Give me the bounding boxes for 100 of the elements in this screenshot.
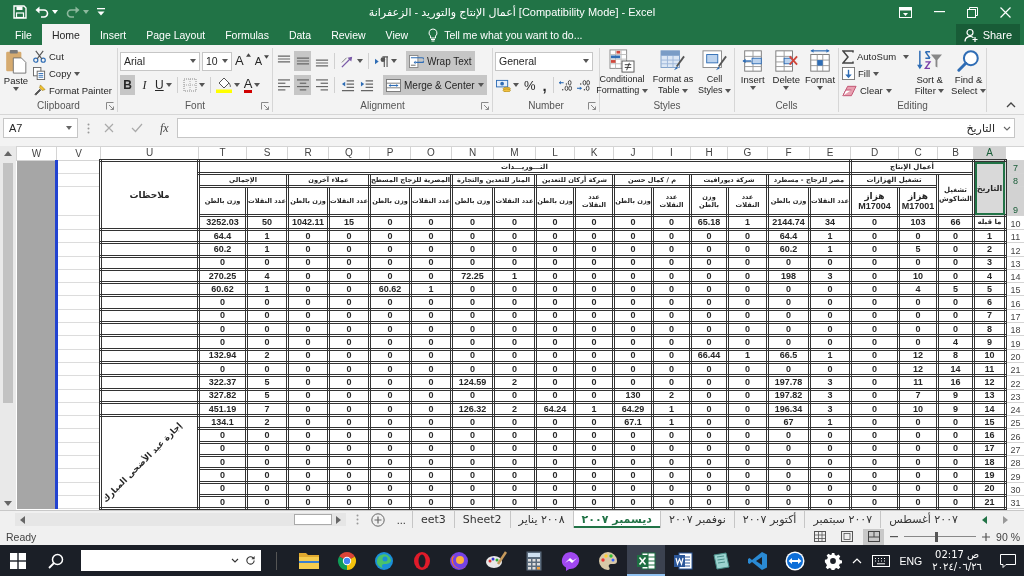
scroll-down-icon[interactable]	[4, 501, 12, 506]
column-header[interactable]: A	[973, 146, 1006, 161]
column-header[interactable]: G	[727, 146, 768, 161]
expand-caret-icon[interactable]	[1003, 125, 1011, 131]
column-header[interactable]: S	[246, 146, 288, 161]
column-header[interactable]: M	[493, 146, 536, 161]
copy-button[interactable]: Copy	[32, 65, 82, 82]
column-header[interactable]: C	[898, 146, 938, 161]
font-name-field[interactable]: Arial	[120, 51, 200, 71]
add-sheet-icon[interactable]	[370, 512, 385, 527]
percent-style-button[interactable]: %	[521, 75, 539, 95]
scrollbar-thumb[interactable]	[3, 163, 13, 403]
column-header[interactable]: Q	[328, 146, 370, 161]
vertical-dots-icon[interactable]	[87, 122, 90, 134]
decrease-font-size-button[interactable]: A	[253, 51, 270, 71]
dialog-launcher-icon[interactable]	[481, 101, 489, 110]
merge-center-button[interactable]: Merge & Center	[383, 75, 487, 95]
scroll-up-icon[interactable]	[4, 151, 12, 156]
font-color-button[interactable]: A	[242, 75, 262, 95]
column-header[interactable]: I	[652, 146, 691, 161]
number-format-field[interactable]: General	[495, 51, 593, 71]
column-header[interactable]: P	[369, 146, 411, 161]
table-header-cell[interactable]: التاريخ	[973, 160, 1006, 216]
column-header[interactable]: K	[574, 146, 614, 161]
refresh-icon[interactable]	[244, 555, 256, 566]
clock-time[interactable]: 02:17 ص	[935, 548, 980, 561]
dialog-launcher-icon[interactable]	[261, 101, 269, 110]
column-header[interactable]: N	[451, 146, 494, 161]
redo-icon[interactable]	[66, 5, 80, 19]
format-button[interactable]: Format	[804, 48, 836, 99]
minimize-icon[interactable]	[934, 11, 945, 13]
page-break-preview-button[interactable]	[863, 528, 885, 545]
column-header[interactable]: J	[613, 146, 653, 161]
ribbon-display-options-icon[interactable]	[899, 6, 912, 18]
collapse-ribbon-icon[interactable]	[1006, 102, 1016, 108]
column-header[interactable]: R	[287, 146, 329, 161]
scroll-left-icon[interactable]	[20, 515, 25, 524]
column-header[interactable]: V	[56, 146, 101, 161]
align-center-button[interactable]	[294, 75, 311, 95]
more-sheets-button[interactable]: ...	[390, 511, 412, 528]
caret-icon[interactable]	[52, 10, 58, 14]
insert-function-button[interactable]: fx	[160, 120, 169, 136]
start-icon[interactable]	[10, 552, 26, 569]
wrap-text-button[interactable]: Wrap Text	[406, 51, 475, 71]
ribbon-tab[interactable]: Home	[41, 24, 90, 45]
ribbon-tab[interactable]: Formulas	[215, 24, 279, 45]
column-header[interactable]: U	[100, 146, 199, 161]
zoom-level-text[interactable]: 90 %	[996, 530, 1020, 543]
vertical-scrollbar[interactable]	[0, 146, 16, 510]
column-header[interactable]: O	[410, 146, 452, 161]
tell-me-field[interactable]: Tell me what you want to do...	[428, 24, 583, 45]
taskbar-search-field[interactable]	[81, 550, 261, 571]
sort-filter-button[interactable]: Sort & Filter	[912, 48, 948, 99]
increase-font-size-button[interactable]: A	[234, 51, 252, 71]
save-icon[interactable]	[13, 5, 27, 19]
conditional-formatting-button[interactable]: Conditional Formatting	[594, 48, 650, 99]
zoom-slider-thumb[interactable]	[935, 531, 939, 542]
sheet-tab[interactable]: ديسمبر ٢٠٠٧	[572, 511, 660, 528]
ribbon-tab[interactable]: Insert	[89, 24, 137, 45]
language-indicator[interactable]: ENG	[899, 554, 923, 567]
format-painter-button[interactable]: Format Painter	[32, 82, 113, 99]
column-header[interactable]: L	[535, 146, 575, 161]
horizontal-scrollbar[interactable]	[15, 513, 346, 526]
bold-button[interactable]: B	[120, 75, 135, 95]
italic-button[interactable]: I	[137, 75, 152, 95]
comma-style-button[interactable]: ,	[539, 75, 550, 95]
ribbon-tab[interactable]: Review	[321, 24, 376, 45]
paste-button[interactable]: Paste	[2, 48, 30, 99]
chevron-up-icon[interactable]	[851, 557, 862, 564]
cut-button[interactable]: Cut	[32, 48, 65, 65]
keyboard-icon[interactable]	[871, 554, 890, 567]
taskbar-app-button[interactable]	[627, 545, 665, 576]
caret-icon[interactable]	[230, 558, 239, 563]
ribbon-tab[interactable]: Page Layout	[136, 24, 216, 45]
column-header[interactable]: T	[198, 146, 247, 161]
column-header[interactable]: W	[16, 146, 57, 161]
fill-color-button[interactable]	[214, 75, 241, 95]
formula-input[interactable]: التاريخ	[176, 118, 1015, 138]
minus-icon[interactable]	[890, 535, 899, 538]
dialog-launcher-icon[interactable]	[588, 101, 596, 110]
dialog-launcher-icon[interactable]	[106, 101, 114, 110]
notification-icon[interactable]	[1000, 553, 1016, 568]
name-box[interactable]: A7	[3, 118, 78, 138]
ribbon-tab[interactable]: View	[375, 24, 419, 45]
clear-button[interactable]: Clear	[841, 82, 893, 99]
search-icon[interactable]	[48, 552, 64, 569]
column-header[interactable]: E	[809, 146, 851, 161]
column-header[interactable]: D	[850, 146, 899, 161]
ribbon-tab[interactable]: File	[5, 24, 42, 45]
close-icon[interactable]	[1000, 6, 1011, 18]
find-select-button[interactable]: Find & Select	[949, 48, 989, 99]
plus-icon[interactable]	[982, 532, 991, 541]
format-as-table-button[interactable]: Format as Table	[650, 48, 696, 99]
customize-menu-icon[interactable]	[97, 8, 105, 16]
insert-button[interactable]: Insert	[737, 48, 769, 99]
vertical-dots-icon[interactable]	[355, 514, 359, 525]
column-header[interactable]: F	[767, 146, 810, 161]
delete-button[interactable]: Delete	[770, 48, 802, 99]
restore-icon[interactable]	[967, 6, 978, 18]
undo-icon[interactable]	[35, 5, 49, 19]
